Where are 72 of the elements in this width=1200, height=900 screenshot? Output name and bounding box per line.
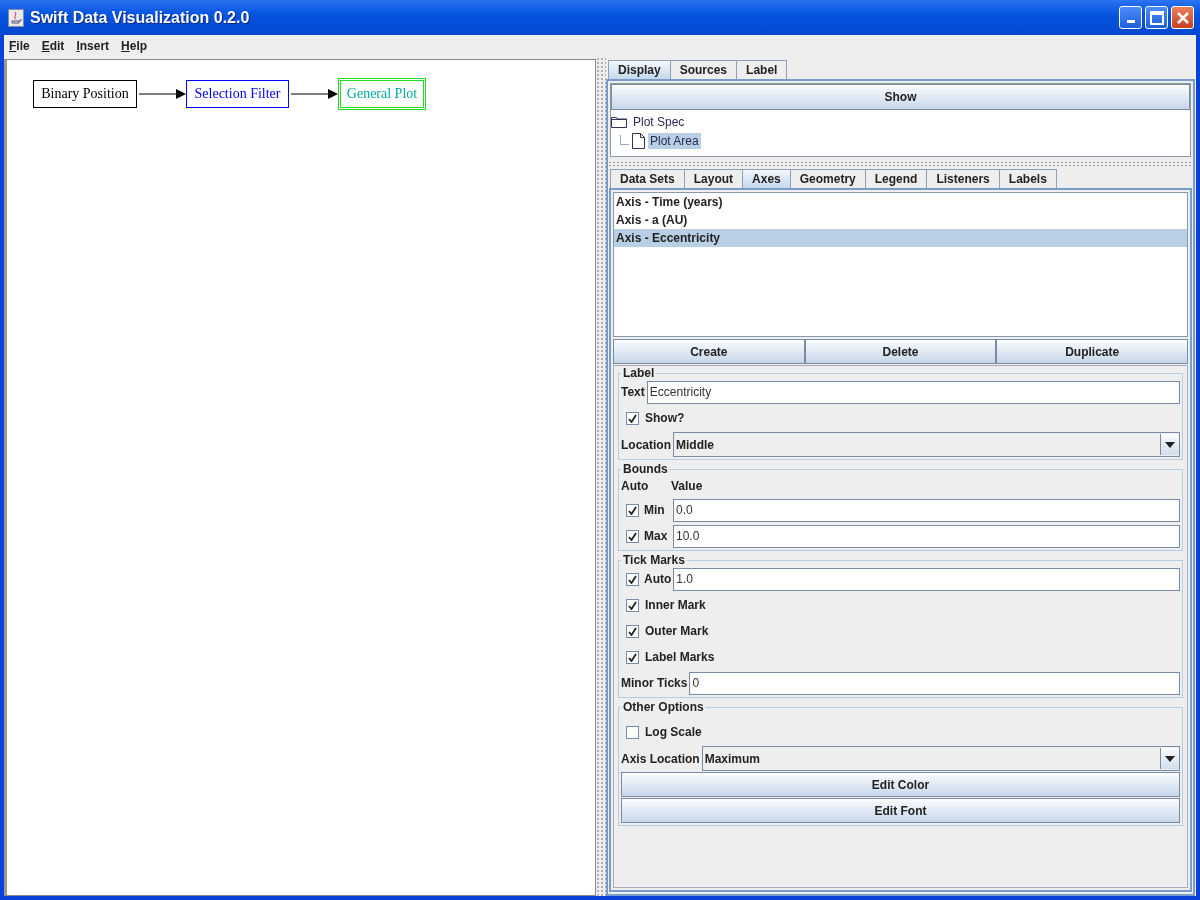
tab[interactable]: Geometry — [789, 169, 866, 188]
field-label: Minor Ticks — [621, 676, 688, 690]
group-title: Label — [622, 366, 656, 380]
menu-item[interactable]: Help — [121, 39, 148, 53]
checkbox-label: Log Scale — [645, 725, 702, 739]
cup-icon — [8, 8, 24, 27]
tab[interactable]: Axes — [742, 169, 791, 188]
group-title: Other Options — [622, 700, 705, 714]
diagram-node[interactable]: Binary Position — [33, 80, 137, 108]
checkbox-label: Show? — [645, 411, 685, 425]
checkbox-label: Min — [644, 503, 666, 517]
diagram-node[interactable]: Selection Filter — [186, 80, 289, 108]
checkbox-label: Inner Mark — [645, 598, 706, 612]
close-button[interactable] — [1171, 6, 1194, 29]
list-item[interactable]: Axis - Time (years) — [614, 193, 1187, 211]
column-header: Auto — [621, 479, 650, 493]
menu-item[interactable]: File — [9, 39, 30, 53]
column-header: Value — [671, 479, 703, 493]
minimize-button[interactable] — [1119, 6, 1142, 29]
checkbox[interactable] — [626, 411, 639, 425]
value-field[interactable]: 0 — [689, 671, 1180, 695]
menu-item[interactable]: Insert — [76, 39, 110, 53]
checkbox[interactable] — [626, 725, 639, 739]
caret-icon — [1160, 748, 1179, 769]
tree-line-drawing — [617, 134, 629, 147]
close-icon — [1175, 10, 1190, 25]
group-title: Tick Marks — [622, 553, 686, 567]
maximize-icon — [1149, 10, 1164, 25]
axis-location-dropdown[interactable]: Maximum — [701, 746, 1180, 771]
action-button[interactable]: Delete — [804, 339, 997, 364]
checkbox[interactable] — [626, 503, 639, 517]
tab[interactable]: Layout — [683, 169, 744, 188]
action-button[interactable]: Edit Color — [621, 772, 1180, 797]
minimize-icon — [1126, 20, 1135, 23]
value-field[interactable]: 0.0 — [673, 498, 1180, 522]
field-label: Location — [621, 437, 671, 452]
checkbox[interactable] — [626, 624, 639, 638]
tab[interactable]: Legend — [864, 169, 928, 188]
menu-item[interactable]: Edit — [41, 39, 65, 53]
caret-icon — [1160, 434, 1179, 455]
arrow-connector — [291, 89, 338, 99]
tree-item[interactable]: Plot Area — [648, 132, 701, 149]
checkbox-label: Outer Mark — [645, 624, 709, 638]
field-label: Axis Location — [621, 751, 700, 766]
window-title: Swift Data Visualization 0.2.0 — [30, 8, 251, 27]
checkbox[interactable] — [626, 650, 639, 664]
action-button[interactable]: Duplicate — [996, 339, 1188, 364]
show-button[interactable]: Show — [611, 84, 1190, 110]
action-button[interactable]: Create — [613, 339, 805, 364]
tab[interactable]: Display — [608, 60, 671, 79]
checkbox[interactable] — [626, 529, 639, 543]
value-field[interactable]: 10.0 — [673, 524, 1180, 548]
list-item[interactable]: Axis - a (AU) — [614, 211, 1187, 229]
maximize-button[interactable] — [1145, 6, 1168, 29]
arrow-connector — [139, 89, 186, 99]
checkbox[interactable] — [626, 572, 639, 586]
checkbox-label: Auto — [644, 572, 672, 586]
group-title: Bounds — [622, 462, 669, 476]
tab[interactable]: Data Sets — [610, 169, 685, 188]
document-icon — [632, 132, 645, 149]
tab[interactable]: Labels — [998, 169, 1057, 188]
action-button[interactable]: Edit Font — [621, 798, 1180, 823]
field-label: Text — [621, 385, 645, 399]
text-field[interactable]: Eccentricity — [646, 380, 1180, 404]
location-dropdown[interactable]: Middle — [673, 432, 1180, 457]
checkbox[interactable] — [626, 598, 639, 612]
checkbox-label: Label Marks — [645, 650, 715, 664]
checkbox-label: Max — [644, 529, 669, 543]
value-field[interactable]: 1.0 — [673, 567, 1180, 591]
list-item[interactable]: Axis - Eccentricity — [614, 229, 1187, 247]
tree-item[interactable]: Plot Spec — [631, 113, 687, 130]
tab[interactable]: Label — [736, 60, 788, 79]
